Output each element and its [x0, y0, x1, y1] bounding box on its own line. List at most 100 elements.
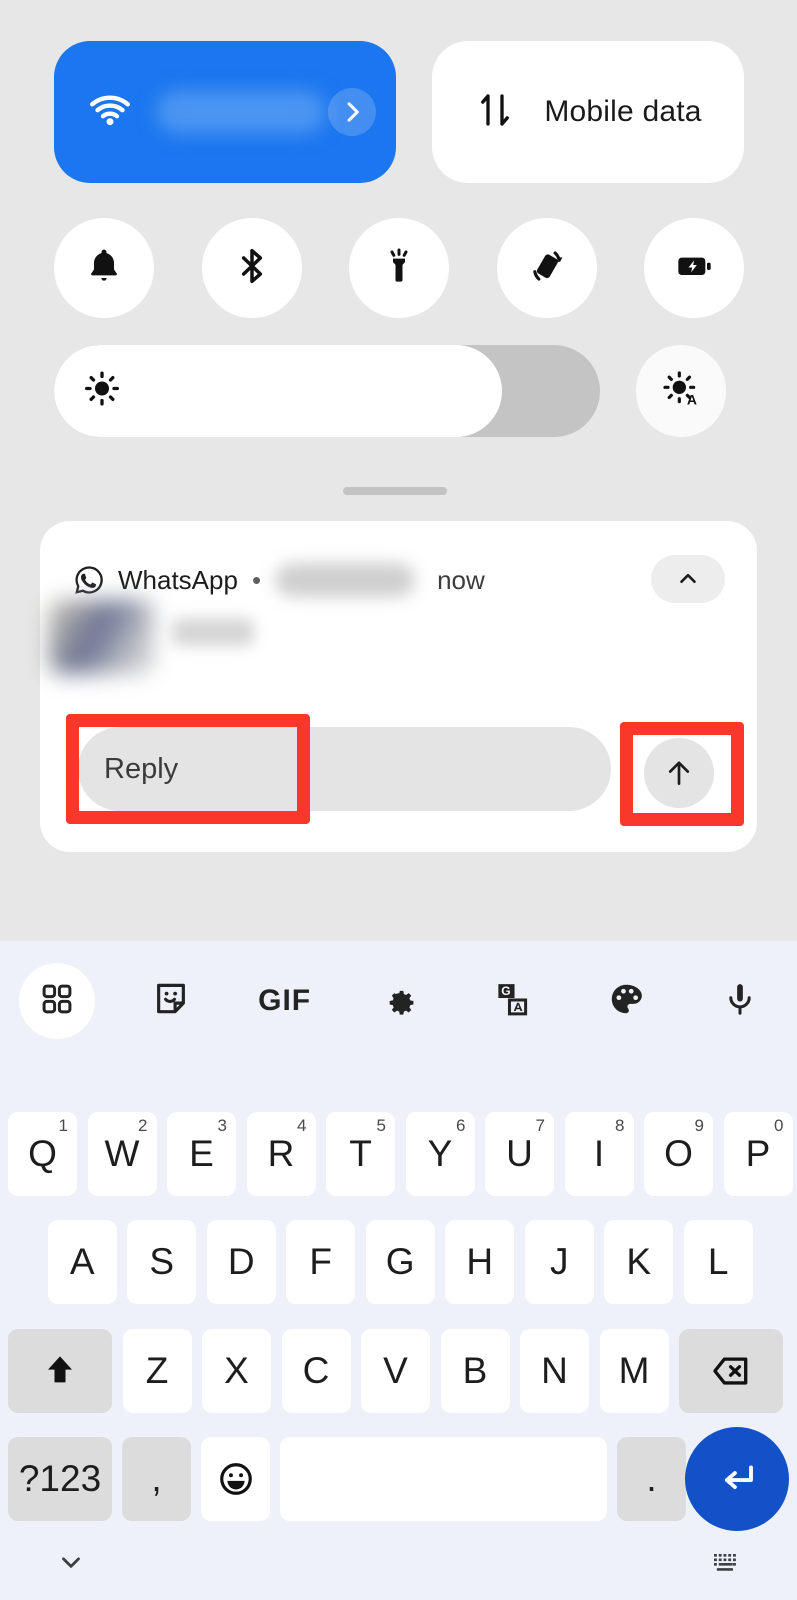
key-label: S: [149, 1241, 175, 1282]
key-s[interactable]: S: [127, 1220, 197, 1304]
sticker-button[interactable]: [114, 961, 228, 1041]
return-arrow-icon: [724, 1465, 753, 1489]
sticker-icon: [152, 980, 190, 1023]
key-j[interactable]: J: [524, 1220, 594, 1304]
battery-saver-toggle[interactable]: [644, 218, 744, 318]
key-b[interactable]: B: [440, 1329, 510, 1413]
key-v[interactable]: V: [361, 1329, 430, 1413]
backspace-key[interactable]: [679, 1329, 783, 1413]
auto-rotate-icon: [527, 246, 567, 291]
key-superscript: 8: [615, 1116, 625, 1135]
wifi-tile[interactable]: [54, 41, 396, 183]
key-h[interactable]: H: [445, 1220, 515, 1304]
key-t[interactable]: T5: [326, 1112, 395, 1196]
key-n[interactable]: N: [520, 1329, 589, 1413]
key-label: O: [664, 1133, 693, 1174]
key-label: P: [745, 1133, 771, 1174]
key-label: U: [506, 1133, 533, 1174]
svg-text:G: G: [502, 983, 511, 997]
key-w[interactable]: W2: [87, 1112, 157, 1196]
brightness-icon: [82, 369, 122, 414]
symbols-key[interactable]: ?123: [8, 1437, 112, 1521]
key-i[interactable]: I8: [564, 1112, 634, 1196]
key-label: X: [224, 1350, 249, 1391]
auto-brightness-button[interactable]: A: [636, 345, 726, 437]
key-g[interactable]: G: [365, 1220, 435, 1304]
key-superscript: 7: [535, 1116, 545, 1135]
key-label: R: [267, 1133, 295, 1174]
gear-icon: [380, 980, 418, 1023]
reply-input[interactable]: Reply: [78, 727, 611, 811]
key-l[interactable]: L: [683, 1220, 753, 1304]
key-r[interactable]: R4: [246, 1112, 316, 1196]
wifi-detail-button[interactable]: [328, 88, 376, 136]
key-f[interactable]: F: [286, 1220, 356, 1304]
emoji-key[interactable]: [201, 1437, 270, 1521]
theme-button[interactable]: [569, 961, 683, 1041]
key-label: Z: [145, 1350, 169, 1391]
key-a[interactable]: A: [47, 1220, 117, 1304]
shift-key[interactable]: [8, 1329, 112, 1413]
notification-separator: •: [251, 564, 262, 595]
translate-button[interactable]: G: [455, 961, 569, 1041]
send-button[interactable]: [644, 738, 714, 808]
settings-button[interactable]: [342, 961, 456, 1041]
key-superscript: 1: [58, 1116, 68, 1135]
key-o[interactable]: O9: [644, 1112, 713, 1196]
brightness-slider[interactable]: [54, 345, 600, 437]
whatsapp-icon: [72, 563, 106, 597]
translate-icon: G: [493, 980, 531, 1023]
key-x[interactable]: X: [202, 1329, 271, 1413]
keyboard-switcher-button[interactable]: [711, 1547, 741, 1582]
key-m[interactable]: M: [599, 1329, 669, 1413]
key-label: T: [349, 1133, 372, 1174]
key-superscript: 0: [774, 1116, 784, 1135]
key-e[interactable]: E3: [167, 1112, 236, 1196]
key-y[interactable]: Y6: [405, 1112, 475, 1196]
key-q[interactable]: Q1: [8, 1112, 77, 1196]
ringer-toggle[interactable]: [54, 218, 154, 318]
keyboard-nav-bar: [0, 1528, 797, 1600]
auto-brightness-icon: A: [661, 369, 701, 414]
flashlight-toggle[interactable]: [349, 218, 449, 318]
key-label: K: [626, 1241, 652, 1282]
key-label: ,: [151, 1458, 162, 1499]
backspace-icon: [713, 1357, 748, 1385]
auto-rotate-toggle[interactable]: [496, 218, 597, 318]
key-superscript: 5: [376, 1116, 386, 1135]
key-label: C: [302, 1350, 330, 1391]
key-label: W: [104, 1133, 140, 1174]
svg-text:A: A: [687, 391, 697, 407]
bluetooth-toggle[interactable]: [201, 218, 302, 318]
shade-drag-handle[interactable]: [343, 487, 447, 495]
key-superscript: 2: [138, 1116, 148, 1135]
voice-input-button[interactable]: [683, 961, 797, 1041]
quick-toggle-row: [54, 218, 744, 318]
key-d[interactable]: D: [206, 1220, 276, 1304]
key-k[interactable]: K: [604, 1220, 674, 1304]
mobile-data-tile[interactable]: Mobile data: [432, 41, 744, 183]
microphone-icon: [721, 980, 759, 1023]
chevron-right-icon: [347, 102, 359, 122]
key-label: D: [227, 1241, 255, 1282]
space-key[interactable]: [280, 1437, 607, 1521]
key-label: B: [462, 1350, 488, 1391]
gif-button[interactable]: GIF: [228, 961, 342, 1041]
comma-key[interactable]: ,: [122, 1437, 191, 1521]
key-z[interactable]: Z: [122, 1329, 192, 1413]
palette-icon: [607, 980, 645, 1023]
battery-saver-icon: [674, 246, 714, 291]
hide-keyboard-button[interactable]: [56, 1547, 86, 1582]
key-u[interactable]: U7: [485, 1112, 554, 1196]
enter-key[interactable]: [685, 1427, 789, 1531]
apps-grid-button[interactable]: [0, 961, 114, 1041]
key-p[interactable]: P0: [723, 1112, 793, 1196]
notification-collapse-button[interactable]: [651, 555, 725, 603]
arrow-up-icon: [668, 761, 690, 785]
key-label: J: [549, 1241, 569, 1282]
period-key[interactable]: .: [617, 1437, 686, 1521]
flashlight-icon: [379, 246, 419, 291]
key-c[interactable]: C: [281, 1329, 351, 1413]
brightness-row: A: [54, 345, 744, 437]
wifi-icon: [84, 90, 136, 134]
